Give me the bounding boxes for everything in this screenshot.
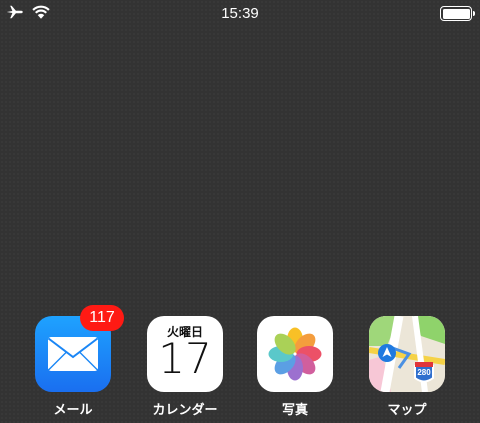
photos-icon[interactable] (257, 316, 333, 392)
battery-level (442, 8, 470, 19)
calendar-icon[interactable]: 火曜日 17 (147, 316, 223, 392)
status-bar: 15:39 (0, 0, 480, 28)
app-label-photos: 写真 (281, 403, 308, 418)
maps-icon[interactable]: 280 (369, 316, 445, 392)
app-mail[interactable]: 117 メール (18, 305, 128, 418)
status-time: 15:39 (221, 5, 259, 22)
app-label-calendar: カレンダー (152, 403, 218, 418)
photos-flower-icon (268, 327, 322, 381)
app-label-mail: メール (53, 403, 93, 418)
unread-badge: 117 (80, 305, 124, 331)
calendar-date: 17 (158, 334, 212, 383)
route-sign: 280 (417, 368, 431, 377)
map-artwork (369, 316, 445, 392)
app-photos[interactable]: 写真 (240, 316, 350, 418)
dock: 117 メール 火曜日 17 カレンダー 写真 280 マップ (0, 305, 480, 423)
app-label-maps: マップ (387, 403, 427, 418)
battery-icon (440, 6, 475, 21)
app-maps[interactable]: 280 マップ (352, 316, 462, 418)
app-calendar[interactable]: 火曜日 17 カレンダー (130, 316, 240, 418)
